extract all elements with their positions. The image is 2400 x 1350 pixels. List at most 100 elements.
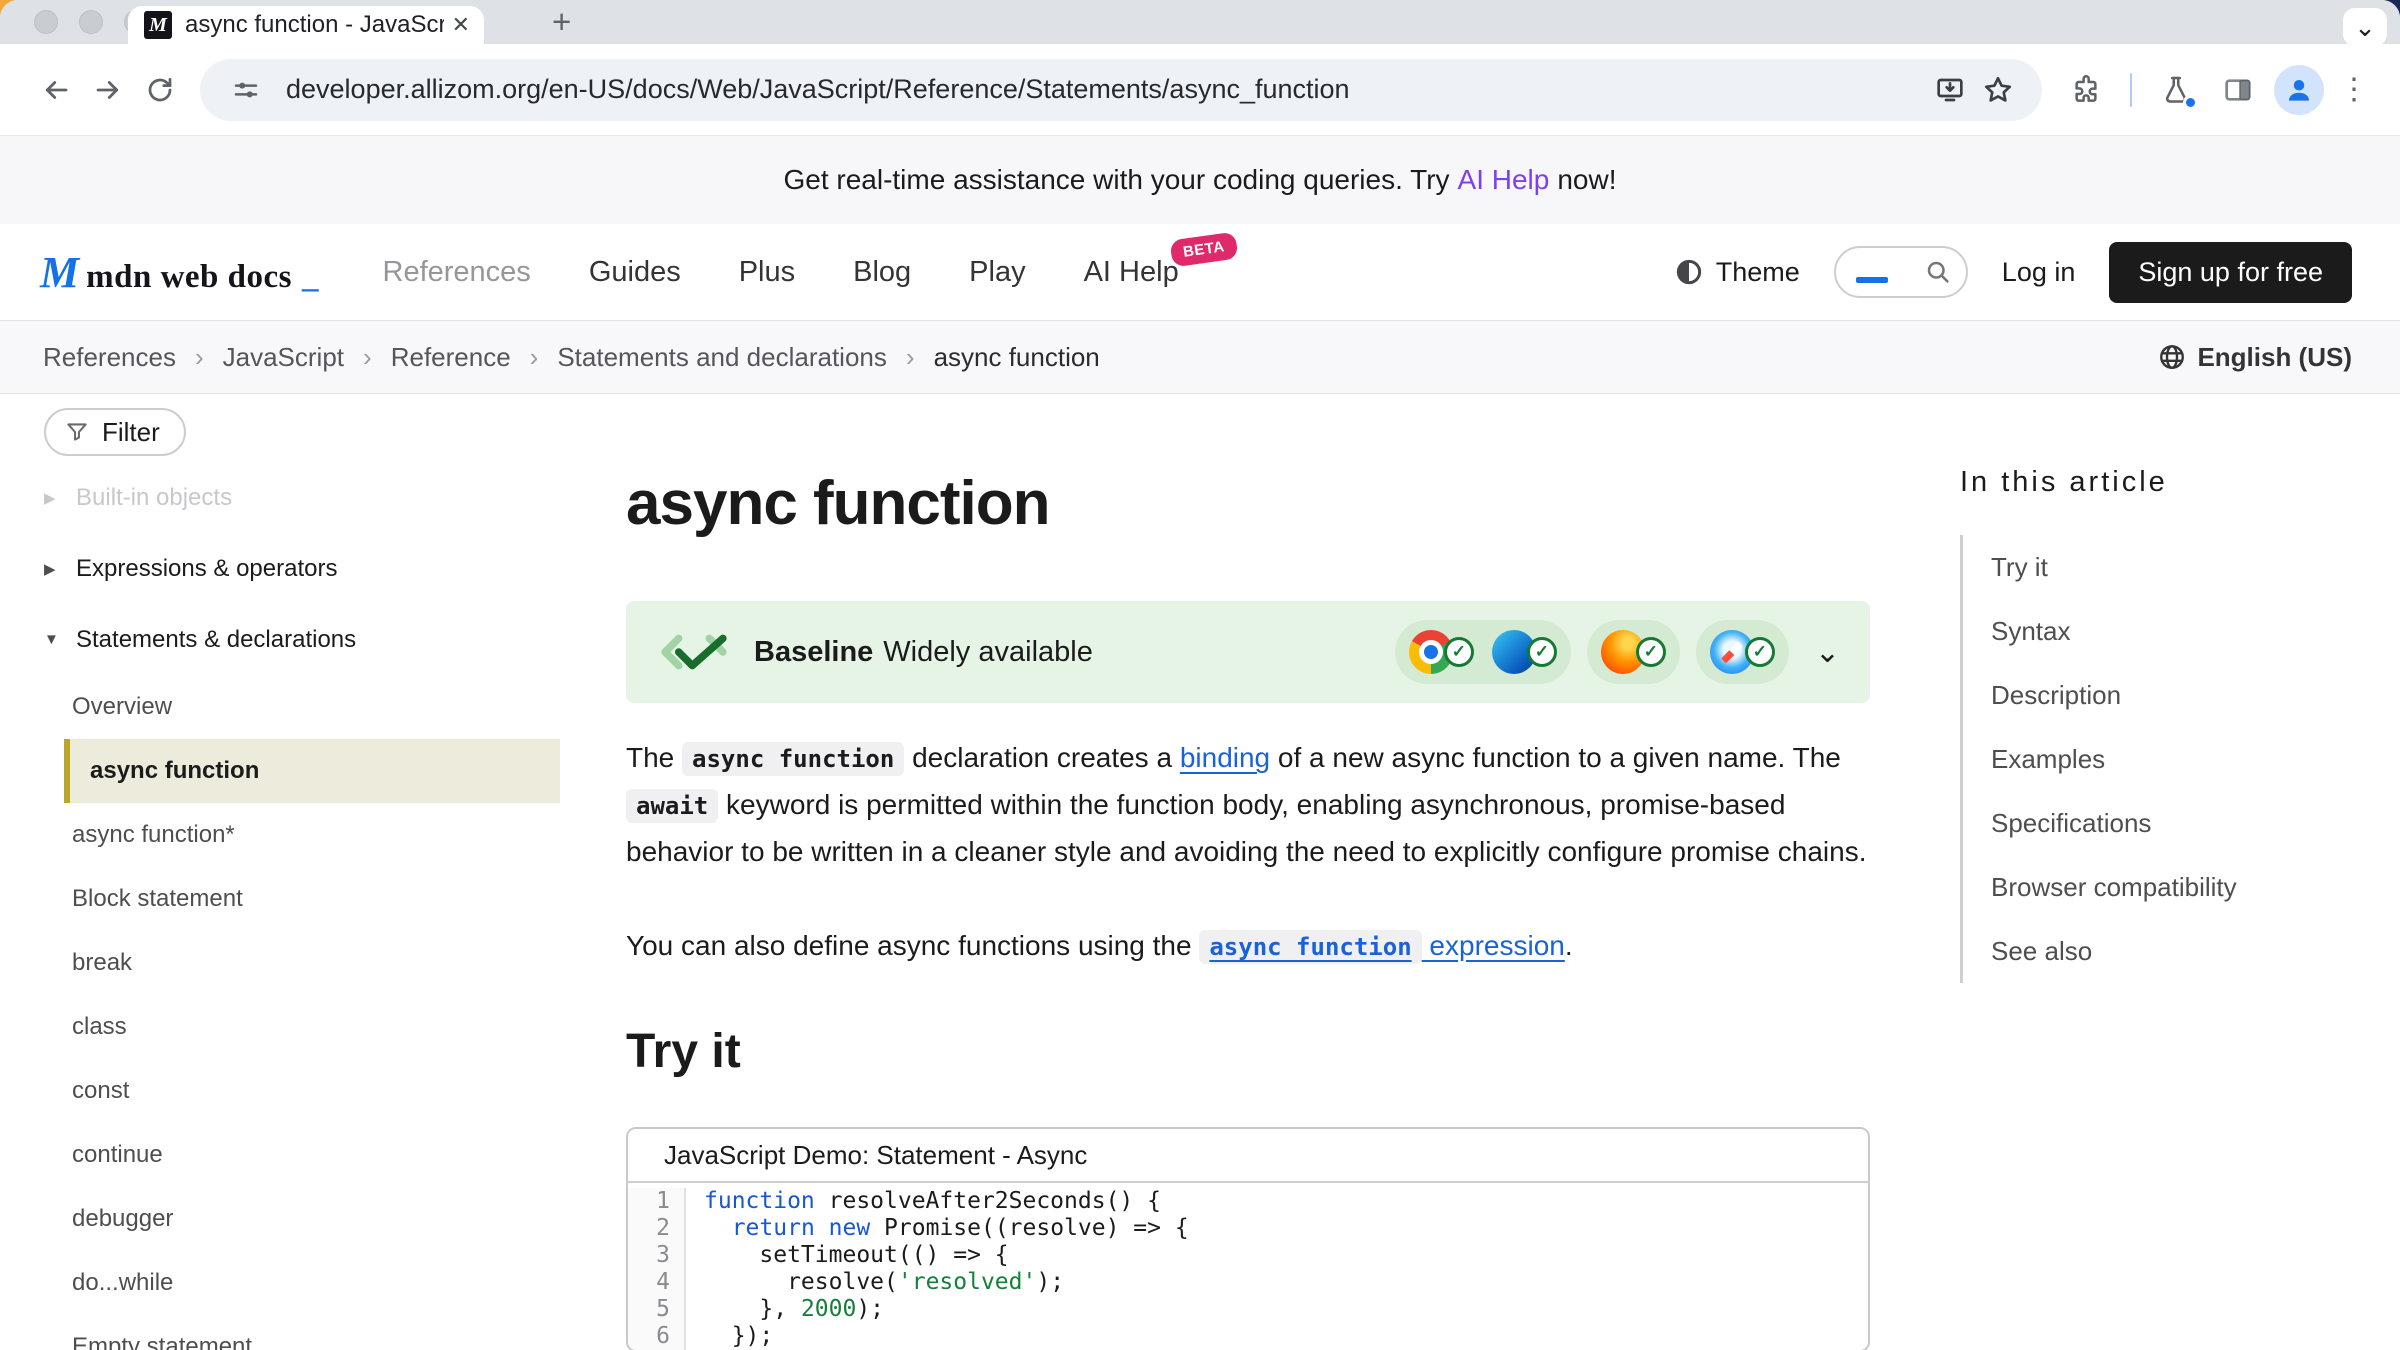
breadcrumb-item[interactable]: Statements and declarations	[557, 342, 933, 373]
header-actions: Theme Log in Sign up for free	[1674, 242, 2352, 303]
ai-help-link[interactable]: AI Help	[1458, 164, 1550, 196]
forward-button[interactable]	[82, 64, 134, 116]
nav-references[interactable]: References	[383, 256, 531, 289]
new-tab-button[interactable]: +	[552, 4, 571, 40]
site-header: M mdn web docs _ References Guides Plus …	[0, 224, 2400, 320]
sidebar-item[interactable]: do...while	[44, 1251, 560, 1315]
toc-item[interactable]: Browser compatibility	[1963, 855, 2380, 919]
expand-triangle-icon[interactable]: ▼	[44, 631, 62, 648]
nav-blog[interactable]: Blog	[853, 256, 911, 289]
extensions-icon[interactable]	[2060, 64, 2112, 116]
docs-sidebar: Filter ▶ Built-in objects ▶ Expressions …	[0, 394, 560, 1350]
sidebar-item-label: Overview	[72, 693, 172, 721]
sidebar-item-label: debugger	[72, 1205, 173, 1233]
tryit-heading: Try it	[626, 1024, 1870, 1079]
tab-close-icon[interactable]: ✕	[452, 12, 470, 38]
theme-label: Theme	[1716, 257, 1800, 288]
browser-tab[interactable]: async function - JavaScript | ✕	[128, 6, 484, 44]
sidebar-item[interactable]: async function*	[44, 803, 560, 867]
theme-icon	[1674, 257, 1704, 287]
theme-toggle[interactable]: Theme	[1674, 257, 1800, 288]
toc-item[interactable]: See also	[1963, 919, 2380, 983]
sidebar-item-label: async function	[90, 757, 259, 785]
search-input[interactable]	[1834, 246, 1968, 298]
breadcrumb-item[interactable]: JavaScript	[223, 342, 391, 373]
profile-avatar[interactable]	[2274, 65, 2324, 115]
browser-menu-icon[interactable]: ⋮	[2334, 72, 2374, 107]
language-switcher[interactable]: English (US)	[2157, 342, 2352, 373]
back-button[interactable]	[30, 64, 82, 116]
sidebar-item-label: class	[72, 1013, 127, 1041]
mdn-logo[interactable]: M mdn web docs _	[40, 247, 319, 298]
sidebar-item[interactable]: async function	[64, 739, 560, 803]
install-app-icon[interactable]	[1926, 66, 1974, 114]
async-function-expression-link[interactable]: async function expression	[1199, 930, 1564, 961]
sidebar-item[interactable]: Overview	[44, 675, 560, 739]
filter-label: Filter	[102, 417, 160, 448]
toolbar-divider	[2130, 73, 2132, 107]
toc-item[interactable]: Description	[1963, 663, 2380, 727]
async-function-expression-code: async function	[1199, 930, 1421, 964]
sidebar-section[interactable]: ▼ Statements & declarations	[44, 604, 560, 675]
search-icon	[1924, 258, 1952, 286]
toc-item[interactable]: Syntax	[1963, 599, 2380, 663]
edge-supported-check-icon	[1527, 637, 1557, 667]
side-panel-icon[interactable]	[2212, 64, 2264, 116]
experiments-flask-icon[interactable]	[2150, 64, 2202, 116]
safari-supported-check-icon	[1745, 637, 1775, 667]
breadcrumb-item[interactable]: Reference	[391, 342, 558, 373]
expression-text: You can also define async functions usin…	[626, 930, 1199, 961]
breadcrumb-item[interactable]: References	[43, 342, 223, 373]
binding-link[interactable]: binding	[1180, 742, 1270, 773]
baseline-banner[interactable]: BaselineWidely available ⌄	[626, 601, 1870, 703]
expression-link-label: expression	[1422, 930, 1565, 961]
sidebar-section-label: Built-in objects	[76, 484, 232, 512]
login-link[interactable]: Log in	[2002, 257, 2076, 288]
sidebar-item[interactable]: debugger	[44, 1187, 560, 1251]
sidebar-item[interactable]: break	[44, 931, 560, 995]
toc-item[interactable]: Examples	[1963, 727, 2380, 791]
nav-ai-help[interactable]: AI Help BETA	[1084, 256, 1179, 289]
nav-guides[interactable]: Guides	[589, 256, 681, 289]
sidebar-item-label: continue	[72, 1141, 163, 1169]
page-title: async function	[626, 468, 1870, 539]
close-window-button[interactable]	[34, 10, 58, 34]
tab-search-button[interactable]: ⌄	[2343, 8, 2387, 46]
bookmark-star-icon[interactable]	[1974, 66, 2022, 114]
toc-item[interactable]: Specifications	[1963, 791, 2380, 855]
toolbar-actions: ⋮	[2060, 64, 2374, 116]
intro-text: keyword is permitted within the function…	[626, 789, 1867, 867]
sidebar-section[interactable]: ▶ Built-in objects	[44, 462, 560, 533]
nav-plus[interactable]: Plus	[739, 256, 795, 289]
url-bar[interactable]: developer.allizom.org/en-US/docs/Web/Jav…	[200, 59, 2042, 121]
sidebar-item[interactable]: class	[44, 995, 560, 1059]
sidebar-filter-button[interactable]: Filter	[44, 408, 186, 456]
sidebar-item[interactable]: Block statement	[44, 867, 560, 931]
baseline-expand-chevron-icon[interactable]: ⌄	[1815, 635, 1840, 670]
sidebar-section[interactable]: ▶ Expressions & operators	[44, 533, 560, 604]
reload-button[interactable]	[134, 64, 186, 116]
signup-button[interactable]: Sign up for free	[2109, 242, 2352, 303]
expand-triangle-icon[interactable]: ▶	[44, 489, 62, 507]
sidebar-item[interactable]: const	[44, 1059, 560, 1123]
main-nav: References Guides Plus Blog Play AI Help…	[383, 256, 1179, 289]
intro-text: of a new async function to a given name.…	[1270, 742, 1841, 773]
site-settings-icon[interactable]	[222, 66, 270, 114]
toc-item[interactable]: Try it	[1963, 535, 2380, 599]
url-text[interactable]: developer.allizom.org/en-US/docs/Web/Jav…	[286, 74, 1926, 105]
sidebar-item[interactable]: Empty statement	[44, 1315, 560, 1350]
sidebar-sections: ▶ Built-in objects ▶ Expressions & opera…	[44, 462, 560, 675]
breadcrumb-item[interactable]: async function	[934, 342, 1100, 373]
nav-play[interactable]: Play	[969, 256, 1025, 289]
page-content: Filter ▶ Built-in objects ▶ Expressions …	[0, 394, 2400, 1350]
expand-triangle-icon[interactable]: ▶	[44, 560, 62, 578]
baseline-availability: Widely available	[883, 636, 1093, 668]
intro-text: The	[626, 742, 682, 773]
promo-text: Get real-time assistance with your codin…	[783, 164, 1449, 196]
demo-code[interactable]: 1function resolveAfter2Seconds() {2 retu…	[628, 1183, 1868, 1350]
filter-funnel-icon	[64, 419, 90, 445]
toc-title: In this article	[1960, 466, 2380, 499]
minimize-window-button[interactable]	[79, 10, 103, 34]
notification-dot	[2183, 95, 2198, 110]
sidebar-item[interactable]: continue	[44, 1123, 560, 1187]
